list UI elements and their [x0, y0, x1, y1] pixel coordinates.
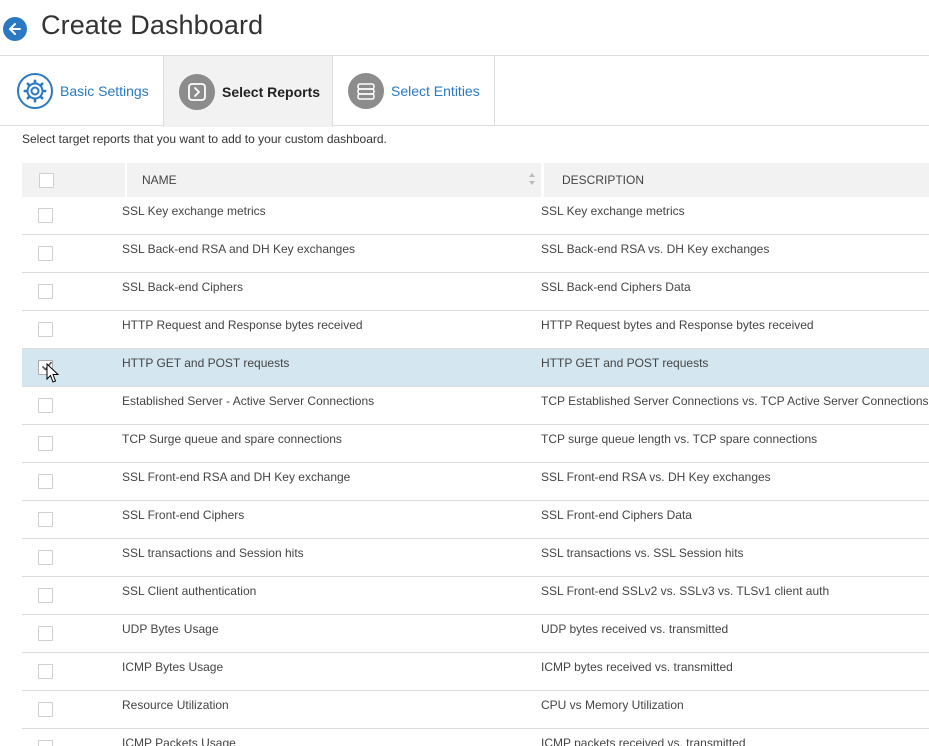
- cell-description: HTTP Request bytes and Response bytes re…: [541, 318, 814, 332]
- column-header-name[interactable]: NAME: [125, 163, 540, 197]
- cell-description: SSL Back-end Ciphers Data: [541, 280, 691, 294]
- cell-description: SSL Front-end RSA vs. DH Key exchanges: [541, 470, 771, 484]
- column-header-description[interactable]: DESCRIPTION: [541, 163, 929, 197]
- row-checkbox[interactable]: [38, 474, 53, 489]
- table-row[interactable]: SSL Front-end Ciphers SSL Front-end Ciphe…: [22, 501, 929, 539]
- cell-name: SSL Back-end Ciphers: [122, 280, 243, 294]
- cell-description: SSL Front-end SSLv2 vs. SSLv3 vs. TLSv1 …: [541, 584, 830, 598]
- row-checkbox[interactable]: [38, 322, 53, 337]
- cell-name: TCP Surge queue and spare connections: [122, 432, 342, 446]
- cell-description: TCP Established Server Connections vs. T…: [541, 394, 929, 408]
- sort-icon: [529, 173, 535, 185]
- table-row[interactable]: SSL transactions and Session hits SSL tra…: [22, 539, 929, 577]
- table-header: NAME DESCRIPTION: [22, 163, 929, 197]
- table-row[interactable]: SSL Back-end Ciphers SSL Back-end Ciphers…: [22, 273, 929, 311]
- row-checkbox[interactable]: [38, 436, 53, 451]
- cell-name: SSL Back-end RSA and DH Key exchanges: [122, 242, 356, 256]
- tab-basic-settings[interactable]: Basic Settings: [0, 56, 163, 126]
- cell-description: CPU vs Memory Utilization: [541, 698, 684, 712]
- table-row[interactable]: Established Server - Active Server Conne…: [22, 387, 929, 425]
- back-button[interactable]: [3, 17, 27, 41]
- row-checkbox[interactable]: [38, 246, 53, 261]
- cell-description: SSL Back-end RSA vs. DH Key exchanges: [541, 242, 770, 256]
- cell-name: Established Server - Active Server Conne…: [122, 394, 375, 408]
- table-row[interactable]: ICMP Packets Usage ICMP packets received …: [22, 729, 929, 746]
- tab-select-reports[interactable]: Select Reports: [163, 56, 333, 127]
- table-row[interactable]: TCP Surge queue and spare connections TCP…: [22, 425, 929, 463]
- row-checkbox[interactable]: [38, 284, 53, 299]
- cell-name: HTTP GET and POST requests: [122, 356, 290, 370]
- server-icon: [348, 73, 384, 109]
- reports-table: NAME DESCRIPTION SSL Key exchange metric…: [22, 163, 929, 746]
- cell-description: TCP surge queue length vs. TCP spare con…: [541, 432, 818, 446]
- cell-name: SSL Front-end Ciphers: [122, 508, 245, 522]
- select-all-cell: [22, 163, 122, 197]
- table-row[interactable]: SSL Key exchange metrics SSL Key exchange…: [22, 197, 929, 235]
- row-checkbox[interactable]: [38, 626, 53, 641]
- column-header-label: NAME: [142, 173, 177, 187]
- gear-icon: [17, 73, 53, 109]
- cell-name: Resource Utilization: [122, 698, 229, 712]
- table-row[interactable]: HTTP Request and Response bytes received…: [22, 311, 929, 349]
- cell-name: ICMP Packets Usage: [122, 736, 236, 746]
- cell-name: HTTP Request and Response bytes received: [122, 318, 363, 332]
- cell-name: SSL transactions and Session hits: [122, 546, 304, 560]
- page-header: Create Dashboard: [0, 0, 929, 55]
- arrow-left-icon: [9, 23, 21, 35]
- table-row[interactable]: UDP Bytes Usage UDP bytes received vs. tr…: [22, 615, 929, 653]
- mouse-cursor-icon: [46, 363, 60, 383]
- cell-description: SSL Front-end Ciphers Data: [541, 508, 692, 522]
- cell-description: SSL Key exchange metrics: [541, 204, 685, 218]
- instruction-text: Select target reports that you want to a…: [22, 132, 387, 146]
- table-row[interactable]: SSL Back-end RSA and DH Key exchanges SSL…: [22, 235, 929, 273]
- row-checkbox[interactable]: [38, 740, 53, 746]
- tab-label: Select Entities: [391, 83, 480, 99]
- table-row[interactable]: SSL Front-end RSA and DH Key exchange SSL…: [22, 463, 929, 501]
- row-checkbox[interactable]: [38, 512, 53, 527]
- cell-description: ICMP bytes received vs. transmitted: [541, 660, 733, 674]
- cell-description: ICMP packets received vs. transmitted: [541, 736, 746, 746]
- wizard-tabs: Basic Settings Select Reports Select Ent…: [0, 55, 929, 127]
- column-header-label: DESCRIPTION: [562, 173, 645, 187]
- row-checkbox[interactable]: [38, 398, 53, 413]
- page-title: Create Dashboard: [41, 10, 264, 40]
- tab-select-entities[interactable]: Select Entities: [333, 56, 495, 126]
- cell-name: ICMP Bytes Usage: [122, 660, 224, 674]
- cell-description: HTTP GET and POST requests: [541, 356, 709, 370]
- row-checkbox[interactable]: [38, 588, 53, 603]
- tab-label: Basic Settings: [60, 83, 149, 99]
- cell-name: UDP Bytes Usage: [122, 622, 219, 636]
- cell-name: SSL Client authentication: [122, 584, 257, 598]
- table-row[interactable]: Resource Utilization CPU vs Memory Utiliz…: [22, 691, 929, 729]
- chevron-right-icon: [179, 73, 215, 110]
- cell-name: SSL Key exchange metrics: [122, 204, 266, 218]
- table-row[interactable]: SSL Client authentication SSL Front-end S…: [22, 577, 929, 615]
- row-checkbox[interactable]: [38, 208, 53, 223]
- table-row[interactable]: ICMP Bytes Usage ICMP bytes received vs. …: [22, 653, 929, 691]
- select-all-checkbox[interactable]: [39, 172, 54, 188]
- table-body: SSL Key exchange metrics SSL Key exchange…: [22, 197, 929, 746]
- cell-name: SSL Front-end RSA and DH Key exchange: [122, 470, 351, 484]
- cell-description: SSL transactions vs. SSL Session hits: [541, 546, 744, 560]
- row-checkbox[interactable]: [38, 702, 53, 717]
- table-row[interactable]: HTTP GET and POST requests HTTP GET and P…: [22, 349, 929, 387]
- tab-label: Select Reports: [222, 83, 321, 100]
- row-checkbox[interactable]: [38, 664, 53, 679]
- cell-description: UDP bytes received vs. transmitted: [541, 622, 729, 636]
- row-checkbox[interactable]: [38, 550, 53, 565]
